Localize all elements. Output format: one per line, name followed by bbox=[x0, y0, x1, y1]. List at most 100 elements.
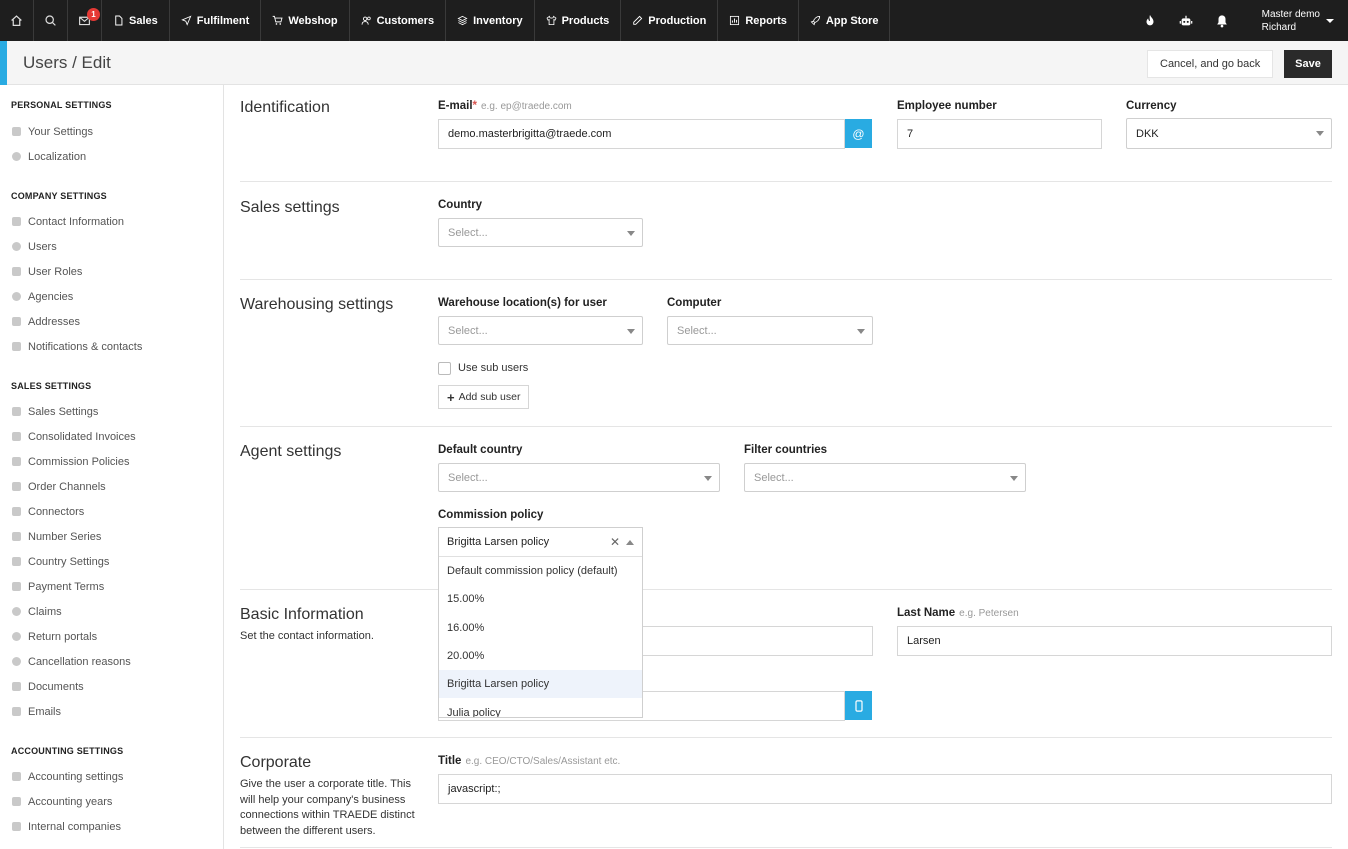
dropdown-option[interactable]: 16.00% bbox=[439, 614, 642, 642]
notifications-button[interactable] bbox=[1204, 0, 1240, 41]
nav-reports[interactable]: Reports bbox=[718, 0, 799, 41]
nav-webshop[interactable]: Webshop bbox=[261, 0, 350, 41]
sidebar-item-addresses[interactable]: Addresses bbox=[0, 309, 223, 334]
sidebar-item-contact-information[interactable]: Contact Information bbox=[0, 209, 223, 234]
nav-sales[interactable]: Sales bbox=[102, 0, 170, 41]
user-company: Master demo bbox=[1261, 8, 1320, 20]
employee-number-field[interactable]: 7 bbox=[897, 119, 1102, 149]
fire-icon bbox=[1146, 14, 1154, 25]
inbox-button[interactable]: 1 bbox=[68, 0, 102, 41]
nav-fulfilment[interactable]: Fulfilment bbox=[170, 0, 262, 41]
sidebar-item-localization[interactable]: Localization bbox=[0, 144, 223, 169]
nav-label: Reports bbox=[745, 14, 787, 27]
clear-icon[interactable]: ✕ bbox=[610, 535, 620, 549]
sidebar-item-cancellation-reasons[interactable]: Cancellation reasons bbox=[0, 649, 223, 674]
nav-label: Production bbox=[648, 14, 707, 27]
commission-policy-select[interactable]: Brigitta Larsen policy ✕ bbox=[439, 528, 642, 557]
sidebar-item-consolidated-invoices[interactable]: Consolidated Invoices bbox=[0, 424, 223, 449]
sidebar-item-country-settings[interactable]: Country Settings bbox=[0, 549, 223, 574]
nav-products[interactable]: Products bbox=[535, 0, 622, 41]
sidebar-item-label: Return portals bbox=[28, 630, 98, 643]
sidebar-item-return-portals[interactable]: Return portals bbox=[0, 624, 223, 649]
robot-icon bbox=[1179, 15, 1192, 25]
sidebar-item-documents[interactable]: Documents bbox=[0, 674, 223, 699]
main-content: Identification E-mail* e.g. ep@traede.com… bbox=[224, 85, 1348, 849]
dropdown-option[interactable]: 20.00% bbox=[439, 642, 642, 670]
fire-button[interactable] bbox=[1132, 0, 1168, 41]
search-button[interactable] bbox=[34, 0, 68, 41]
commission-policy-value: Brigitta Larsen policy bbox=[447, 536, 550, 548]
use-sub-users-label: Use sub users bbox=[458, 362, 529, 374]
sidebar-item-label: Users bbox=[28, 240, 57, 253]
sidebar-item-label: Contact Information bbox=[28, 215, 124, 228]
email-field[interactable]: demo.masterbrigitta@traede.com bbox=[438, 119, 845, 149]
sidebar-item-accounting-years[interactable]: Accounting years bbox=[0, 789, 223, 814]
dollar-icon bbox=[12, 407, 21, 416]
nav-production[interactable]: Production bbox=[621, 0, 719, 41]
email-addon: @ bbox=[845, 119, 872, 148]
use-sub-users-checkbox[interactable] bbox=[438, 362, 451, 375]
notification-badge: 1 bbox=[87, 8, 100, 21]
sidebar-item-label: User Roles bbox=[28, 265, 83, 278]
corporate-title-field[interactable]: javascript:; bbox=[438, 774, 1332, 804]
sidebar-item-label: Number Series bbox=[28, 530, 102, 543]
computer-select[interactable]: Select... bbox=[667, 316, 873, 345]
commission-policy-label: Commission policy bbox=[438, 509, 544, 521]
globe-icon bbox=[12, 152, 21, 161]
dropdown-option[interactable]: Default commission policy (default) bbox=[439, 557, 642, 585]
dropdown-option[interactable]: Julia policy bbox=[439, 698, 642, 717]
sidebar-item-label: Notifications & contacts bbox=[28, 340, 143, 353]
section-title: Warehousing settings bbox=[240, 296, 394, 313]
sidebar-item-emails[interactable]: Emails bbox=[0, 699, 223, 724]
sidebar-item-accounting-settings[interactable]: Accounting settings bbox=[0, 764, 223, 789]
home-icon bbox=[12, 217, 21, 226]
chevron-down-icon bbox=[704, 476, 712, 481]
home-button[interactable] bbox=[0, 0, 34, 41]
nav-label: Webshop bbox=[288, 14, 338, 27]
warehousing-section: Warehousing settings bbox=[240, 280, 1332, 427]
add-sub-user-button[interactable]: + Add sub user bbox=[438, 385, 530, 409]
chevron-down-icon bbox=[857, 329, 865, 334]
dollar-icon bbox=[12, 482, 21, 491]
sidebar-item-agencies[interactable]: Agencies bbox=[0, 284, 223, 309]
default-country-select[interactable]: Select... bbox=[438, 463, 720, 492]
sidebar-item-claims[interactable]: Claims bbox=[0, 599, 223, 624]
nav-customers[interactable]: Customers bbox=[350, 0, 447, 41]
nav-app-store[interactable]: App Store bbox=[799, 0, 891, 41]
chevron-up-icon bbox=[626, 540, 634, 545]
robot-button[interactable] bbox=[1168, 0, 1204, 41]
calendar-icon bbox=[12, 797, 21, 806]
refresh-icon bbox=[12, 632, 21, 641]
warehouse-location-select[interactable]: Select... bbox=[438, 316, 643, 345]
sidebar-item-sales-settings[interactable]: Sales Settings bbox=[0, 399, 223, 424]
sidebar-item-label: Internal companies bbox=[28, 820, 121, 833]
commission-policy-dropdown[interactable]: Brigitta Larsen policy ✕ Default commiss… bbox=[438, 527, 643, 718]
email-label-text: E-mail bbox=[438, 100, 473, 112]
save-button[interactable]: Save bbox=[1284, 50, 1332, 78]
header-accent-bar bbox=[0, 41, 7, 85]
cancel-button[interactable]: Cancel, and go back bbox=[1147, 50, 1274, 78]
sidebar-item-payment-terms[interactable]: Payment Terms bbox=[0, 574, 223, 599]
sidebar-item-user-roles[interactable]: User Roles bbox=[0, 259, 223, 284]
last-name-field[interactable]: Larsen bbox=[897, 626, 1332, 656]
currency-select[interactable]: DKK bbox=[1126, 118, 1332, 149]
sidebar-item-order-channels[interactable]: Order Channels bbox=[0, 474, 223, 499]
sidebar-item-users[interactable]: Users bbox=[0, 234, 223, 259]
gear-icon bbox=[12, 772, 21, 781]
dropdown-option-selected[interactable]: Brigitta Larsen policy bbox=[439, 670, 642, 699]
sidebar-item-number-series[interactable]: Number Series bbox=[0, 524, 223, 549]
country-select[interactable]: Select... bbox=[438, 218, 643, 247]
nav-inventory[interactable]: Inventory bbox=[446, 0, 535, 41]
sidebar-item-connectors[interactable]: Connectors bbox=[0, 499, 223, 524]
filter-countries-select[interactable]: Select... bbox=[744, 463, 1026, 492]
dropdown-option[interactable]: 15.00% bbox=[439, 585, 642, 613]
sidebar-item-notifications[interactable]: Notifications & contacts bbox=[0, 334, 223, 359]
sidebar-item-your-settings[interactable]: Your Settings bbox=[0, 119, 223, 144]
sidebar-item-commission-policies[interactable]: Commission Policies bbox=[0, 449, 223, 474]
user-menu[interactable]: Master demo Richard bbox=[1240, 8, 1348, 34]
sidebar-item-internal-companies[interactable]: Internal companies bbox=[0, 814, 223, 839]
section-title: Basic Information bbox=[240, 606, 364, 623]
home-icon bbox=[11, 15, 22, 26]
currency-label: Currency bbox=[1126, 100, 1177, 112]
phone-addon bbox=[845, 691, 872, 720]
